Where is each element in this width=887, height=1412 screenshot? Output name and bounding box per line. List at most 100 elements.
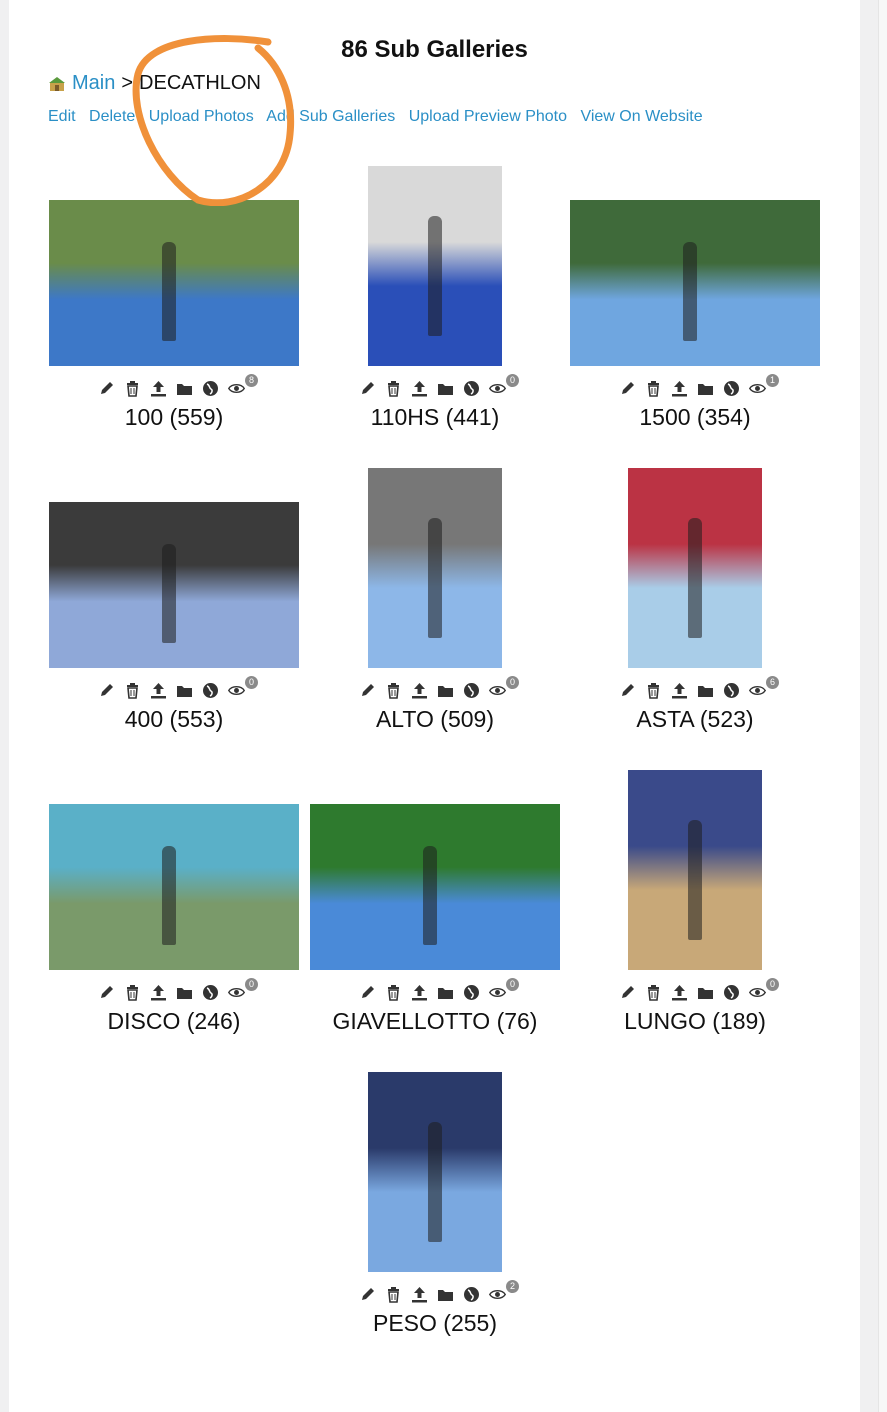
pencil-icon[interactable] (98, 380, 115, 397)
gallery-preview-photo[interactable] (368, 1072, 502, 1272)
globe-icon[interactable] (463, 380, 480, 397)
gallery-label[interactable]: DISCO (246) (49, 1008, 299, 1035)
views-badge: 0 (506, 676, 519, 689)
globe-icon[interactable] (723, 682, 740, 699)
upload-icon[interactable] (411, 1286, 428, 1303)
globe-icon[interactable] (202, 380, 219, 397)
gallery-preview-photo[interactable] (368, 468, 502, 668)
edit-link[interactable]: Edit (48, 108, 76, 125)
upload-photos-link[interactable]: Upload Photos (149, 108, 254, 125)
pencil-icon[interactable] (98, 682, 115, 699)
folder-icon[interactable] (437, 984, 454, 1001)
upload-icon[interactable] (411, 682, 428, 699)
upload-icon[interactable] (150, 984, 167, 1001)
globe-icon[interactable] (202, 984, 219, 1001)
home-icon (49, 76, 65, 91)
eye-icon[interactable]: 0 (748, 978, 779, 1001)
trash-icon[interactable] (385, 380, 402, 397)
gallery-preview-photo[interactable] (628, 468, 762, 668)
trash-icon[interactable] (645, 380, 662, 397)
pencil-icon[interactable] (359, 682, 376, 699)
views-badge: 1 (766, 374, 779, 387)
gallery-label[interactable]: 400 (553) (49, 706, 299, 733)
eye-icon[interactable]: 1 (748, 374, 779, 397)
gallery-thumbnail-area (49, 462, 299, 668)
eye-icon[interactable]: 0 (227, 978, 258, 1001)
trash-icon[interactable] (645, 984, 662, 1001)
upload-icon[interactable] (150, 380, 167, 397)
gallery-preview-photo[interactable] (570, 200, 820, 366)
eye-icon[interactable]: 0 (488, 676, 519, 699)
gallery-label[interactable]: 110HS (441) (310, 404, 560, 431)
gallery-label[interactable]: GIAVELLOTTO (76) (310, 1008, 560, 1035)
eye-icon[interactable]: 8 (227, 374, 258, 397)
trash-icon[interactable] (385, 682, 402, 699)
eye-icon[interactable]: 0 (488, 978, 519, 1001)
pencil-icon[interactable] (359, 984, 376, 1001)
pencil-icon[interactable] (619, 380, 636, 397)
gallery-preview-photo[interactable] (49, 804, 299, 970)
eye-icon[interactable]: 6 (748, 676, 779, 699)
trash-icon[interactable] (385, 1286, 402, 1303)
folder-icon[interactable] (697, 984, 714, 1001)
views-badge: 0 (245, 978, 258, 991)
folder-icon[interactable] (176, 984, 193, 1001)
add-sub-galleries-link[interactable]: Add Sub Galleries (266, 108, 395, 125)
gallery-toolbar: 0 (49, 676, 299, 699)
scrollbar-track[interactable] (878, 0, 887, 1412)
athlete-figure (428, 216, 443, 336)
view-on-website-link[interactable]: View On Website (580, 108, 702, 125)
gallery-preview-photo[interactable] (49, 200, 299, 366)
eye-icon[interactable]: 0 (488, 374, 519, 397)
folder-icon[interactable] (437, 380, 454, 397)
globe-icon[interactable] (723, 984, 740, 1001)
pencil-icon[interactable] (98, 984, 115, 1001)
breadcrumb-main-link[interactable]: Main (72, 72, 115, 95)
pencil-icon[interactable] (359, 1286, 376, 1303)
upload-icon[interactable] (671, 984, 688, 1001)
trash-icon[interactable] (124, 682, 141, 699)
gallery-label[interactable]: ALTO (509) (310, 706, 560, 733)
folder-icon[interactable] (437, 682, 454, 699)
globe-icon[interactable] (202, 682, 219, 699)
folder-icon[interactable] (437, 1286, 454, 1303)
gallery-preview-photo[interactable] (628, 770, 762, 970)
globe-icon[interactable] (463, 1286, 480, 1303)
upload-icon[interactable] (671, 682, 688, 699)
gallery-toolbar: 0 (310, 676, 560, 699)
upload-icon[interactable] (411, 380, 428, 397)
athlete-figure (161, 543, 176, 644)
athlete-figure (422, 845, 437, 946)
trash-icon[interactable] (385, 984, 402, 1001)
pencil-icon[interactable] (619, 682, 636, 699)
trash-icon[interactable] (645, 682, 662, 699)
eye-icon[interactable]: 0 (227, 676, 258, 699)
pencil-icon[interactable] (619, 984, 636, 1001)
gallery-preview-photo[interactable] (49, 502, 299, 668)
eye-icon[interactable]: 2 (488, 1280, 519, 1303)
globe-icon[interactable] (463, 682, 480, 699)
folder-icon[interactable] (176, 682, 193, 699)
delete-link[interactable]: Delete (89, 108, 135, 125)
upload-icon[interactable] (150, 682, 167, 699)
gallery-preview-photo[interactable] (368, 166, 502, 366)
gallery-label[interactable]: LUNGO (189) (570, 1008, 820, 1035)
gallery-label[interactable]: ASTA (523) (570, 706, 820, 733)
gallery-preview-photo[interactable] (310, 804, 560, 970)
upload-icon[interactable] (671, 380, 688, 397)
globe-icon[interactable] (463, 984, 480, 1001)
pencil-icon[interactable] (359, 380, 376, 397)
folder-icon[interactable] (697, 380, 714, 397)
upload-preview-photo-link[interactable]: Upload Preview Photo (409, 108, 567, 125)
gallery-label[interactable]: PESO (255) (310, 1310, 560, 1337)
gallery-label[interactable]: 100 (559) (49, 404, 299, 431)
trash-icon[interactable] (124, 984, 141, 1001)
gallery-thumbnail-area (310, 160, 560, 366)
upload-icon[interactable] (411, 984, 428, 1001)
globe-icon[interactable] (723, 380, 740, 397)
gallery-label[interactable]: 1500 (354) (570, 404, 820, 431)
views-badge: 0 (506, 374, 519, 387)
trash-icon[interactable] (124, 380, 141, 397)
folder-icon[interactable] (176, 380, 193, 397)
folder-icon[interactable] (697, 682, 714, 699)
